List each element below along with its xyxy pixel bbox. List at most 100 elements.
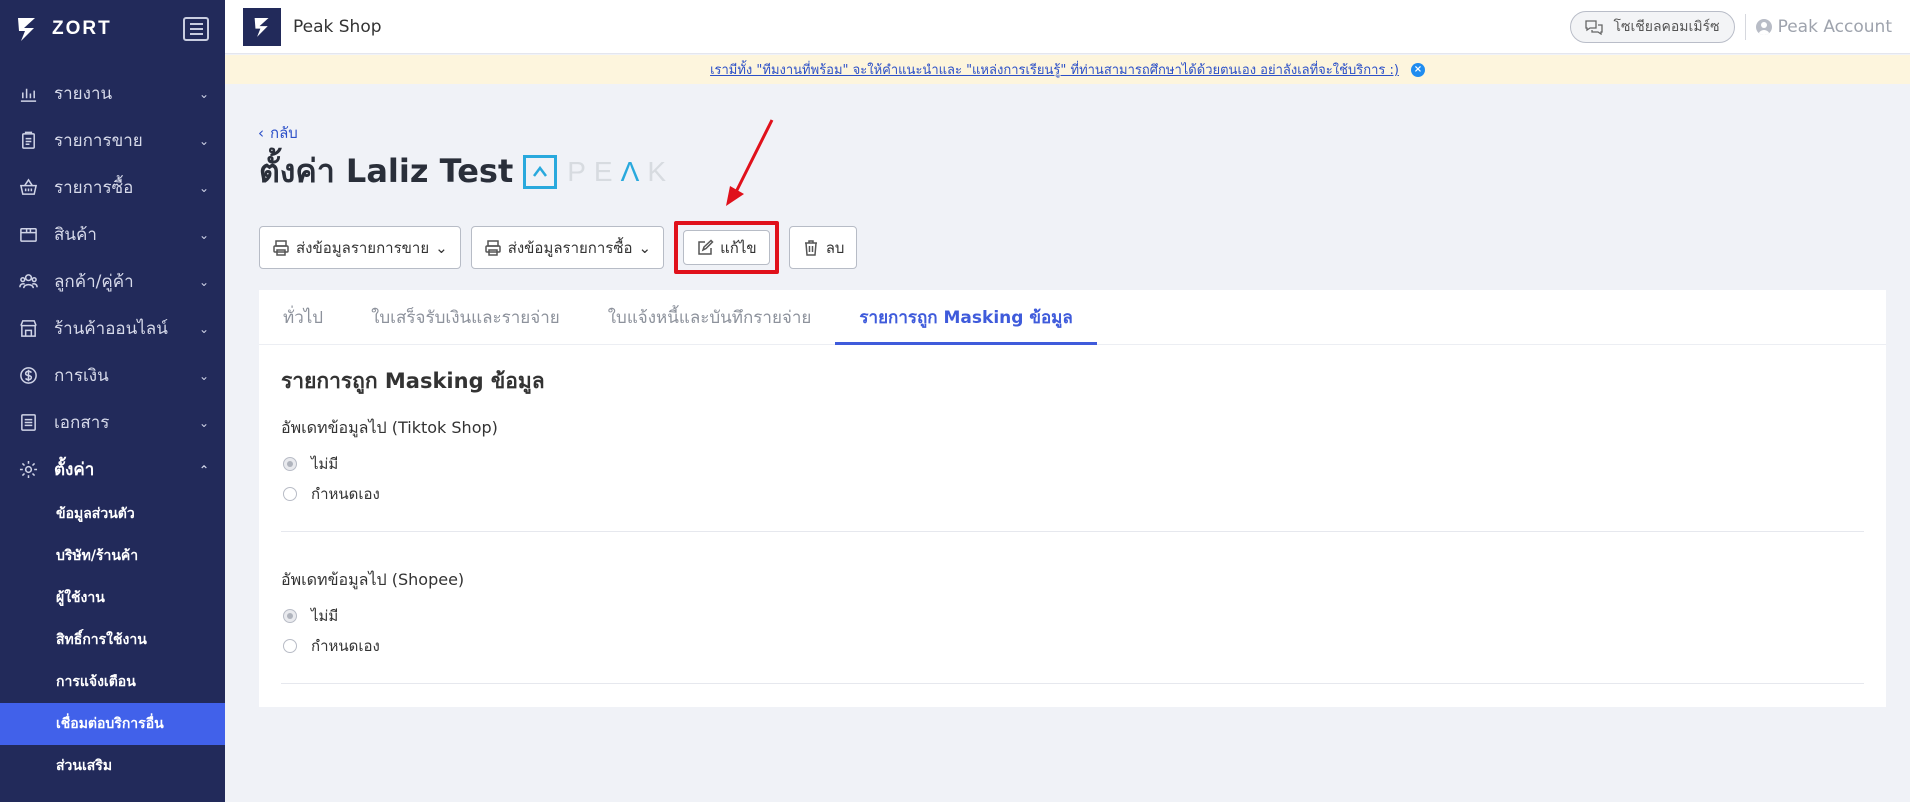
chevron-down-icon: ⌄	[198, 133, 209, 148]
radio-button[interactable]	[283, 609, 297, 623]
sidebar-item-label: เอกสาร	[54, 413, 110, 433]
sidebar-item-label: ร้านค้าออนไลน์	[54, 319, 168, 339]
radio-option-none[interactable]: ไม่มี	[281, 601, 1864, 631]
highlight-box: แก้ไข	[674, 221, 779, 274]
edit-button[interactable]: แก้ไข	[683, 230, 770, 265]
chevron-down-icon: ⌄	[198, 368, 209, 383]
submenu-item-integrations[interactable]: เชื่อมต่อบริการอื่น	[0, 703, 225, 745]
group-label: อัพเดทข้อมูลไป (Tiktok Shop)	[281, 418, 498, 437]
delete-button[interactable]: ลบ	[788, 226, 858, 269]
section-title: รายการถูก Masking ข้อมูล	[281, 369, 545, 393]
send-purchases-button[interactable]: ส่งข้อมูลรายการซื้อ ⌄	[470, 226, 665, 269]
radio-option-custom[interactable]: กำหนดเอง	[281, 479, 1864, 509]
submenu-item-users[interactable]: ผู้ใช้งาน	[0, 577, 225, 619]
tab-bar: ทั่วไป ใบเสร็จรับเงินและรายจ่าย ใบแจ้งหน…	[259, 290, 1886, 345]
peak-logo-text: PEΛK	[567, 155, 674, 187]
sidebar-item-sales[interactable]: รายการขาย ⌄	[0, 117, 225, 164]
chevron-down-icon: ⌄	[198, 86, 209, 101]
gear-icon	[18, 460, 38, 480]
shop-name[interactable]: Peak Shop	[293, 17, 382, 37]
radio-option-custom[interactable]: กำหนดเอง	[281, 631, 1864, 661]
sidebar-nav: รายงาน ⌄ รายการขาย ⌄ รายการซื้อ ⌄ สินค้า…	[0, 70, 225, 787]
account-name: Peak Account	[1777, 16, 1892, 37]
sidebar-item-documents[interactable]: เอกสาร ⌄	[0, 399, 225, 446]
close-icon[interactable]: ×	[1410, 62, 1425, 77]
top-bar: Peak Shop โซเชียลคอมเมิร์ซ Peak Account	[225, 0, 1910, 54]
back-link[interactable]: ‹ กลับ	[258, 121, 298, 145]
settings-card: ทั่วไป ใบเสร็จรับเงินและรายจ่าย ใบแจ้งหน…	[259, 290, 1886, 707]
delete-label: ลบ	[825, 239, 845, 257]
printer-icon	[273, 239, 289, 256]
annotation-arrow-icon	[726, 119, 774, 206]
edit-label: แก้ไข	[720, 239, 757, 257]
sidebar-item-label: รายการซื้อ	[54, 178, 134, 198]
chevron-down-icon: ⌄	[198, 180, 209, 195]
sidebar-item-settings[interactable]: ตั้งค่า ⌃	[0, 446, 225, 493]
radio-label: กำหนดเอง	[311, 637, 380, 655]
sidebar-item-online-store[interactable]: ร้านค้าออนไลน์ ⌄	[0, 305, 225, 352]
sidebar-item-label: การเงิน	[54, 366, 109, 386]
banner-link[interactable]: เรามีทั้ง "ทีมงานที่พร้อม" จะให้คำแนะนำแ…	[710, 59, 1399, 80]
store-icon	[18, 319, 38, 339]
peak-logo: PEΛK	[523, 154, 674, 189]
radio-option-none[interactable]: ไม่มี	[281, 449, 1864, 479]
sidebar: ZORT รายงาน ⌄ รายการขาย ⌄ รายการซื้อ ⌄ ส…	[0, 0, 225, 802]
notice-banner: เรามีทั้ง "ทีมงานที่พร้อม" จะให้คำแนะนำแ…	[225, 55, 1910, 84]
chevron-left-icon: ‹	[258, 124, 264, 142]
printer-icon	[484, 239, 501, 256]
sidebar-item-label: สินค้า	[54, 225, 97, 245]
submenu-item-company[interactable]: บริษัท/ร้านค้า	[0, 535, 225, 577]
submenu-item-permissions[interactable]: สิทธิ์การใช้งาน	[0, 619, 225, 661]
tab-receipts-expenses[interactable]: ใบเสร็จรับเงินและรายจ่าย	[347, 290, 584, 344]
radio-label: กำหนดเอง	[311, 485, 380, 503]
chevron-up-icon: ⌃	[198, 462, 209, 477]
sidebar-item-label: ตั้งค่า	[54, 460, 95, 480]
radio-label: ไม่มี	[311, 455, 339, 473]
action-toolbar: ส่งข้อมูลรายการขาย ⌄ ส่งข้อมูลรายการซื้อ…	[259, 221, 858, 274]
sidebar-item-finance[interactable]: การเงิน ⌄	[0, 352, 225, 399]
radio-button[interactable]	[283, 457, 297, 471]
user-icon	[1755, 18, 1772, 35]
shop-logo-icon[interactable]	[243, 7, 281, 46]
sidebar-item-purchases[interactable]: รายการซื้อ ⌄	[0, 164, 225, 211]
basket-icon	[18, 178, 38, 198]
brand-name: ZORT	[52, 18, 112, 39]
page-title-text: ตั้งค่า Laliz Test	[259, 152, 514, 190]
sidebar-item-customers[interactable]: ลูกค้า/คู่ค้า ⌄	[0, 258, 225, 305]
tab-invoices-expenses[interactable]: ใบแจ้งหนี้และบันทึกรายจ่าย	[584, 290, 836, 344]
group-label: อัพเดทข้อมูลไป (Shopee)	[281, 570, 465, 589]
chevron-down-icon: ⌄	[198, 274, 209, 289]
shopee-group: อัพเดทข้อมูลไป (Shopee) ไม่มี กำหนดเอง	[281, 568, 1864, 702]
zort-logo-icon	[16, 15, 38, 43]
edit-icon	[698, 238, 714, 255]
submenu-item-notifications[interactable]: การแจ้งเตือน	[0, 661, 225, 703]
tab-general[interactable]: ทั่วไป	[283, 290, 347, 344]
sidebar-item-label: รายการขาย	[54, 131, 143, 151]
send-sales-button[interactable]: ส่งข้อมูลรายการขาย ⌄	[259, 226, 461, 269]
sidebar-item-reports[interactable]: รายงาน ⌄	[0, 70, 225, 117]
chat-icon	[1585, 19, 1604, 35]
radio-button[interactable]	[283, 639, 297, 653]
tab-masking[interactable]: รายการถูก Masking ข้อมูล	[835, 290, 1098, 345]
send-purchases-label: ส่งข้อมูลรายการซื้อ	[507, 239, 633, 257]
divider	[1744, 13, 1746, 40]
document-icon	[18, 413, 38, 433]
chevron-down-icon: ⌄	[198, 321, 209, 336]
chevron-down-icon: ⌄	[435, 239, 448, 257]
send-sales-label: ส่งข้อมูลรายการขาย	[296, 239, 430, 257]
chevron-down-icon: ⌄	[198, 227, 209, 242]
page-title: ตั้งค่า Laliz Test PEΛK	[259, 146, 674, 197]
radio-label: ไม่มี	[311, 607, 339, 625]
sidebar-item-label: รายงาน	[54, 84, 113, 104]
account-menu[interactable]: Peak Account	[1755, 16, 1892, 37]
radio-button[interactable]	[283, 487, 297, 501]
clipboard-icon	[18, 131, 38, 151]
tab-content: รายการถูก Masking ข้อมูล อัพเดทข้อมูลไป …	[259, 345, 1886, 722]
social-commerce-button[interactable]: โซเชียลคอมเมิร์ซ	[1570, 10, 1735, 43]
back-label: กลับ	[270, 124, 298, 142]
submenu-item-addons[interactable]: ส่วนเสริม	[0, 745, 225, 787]
menu-toggle-icon[interactable]	[183, 17, 209, 41]
sidebar-item-products[interactable]: สินค้า ⌄	[0, 211, 225, 258]
brand: ZORT	[0, 0, 225, 58]
submenu-item-profile[interactable]: ข้อมูลส่วนตัว	[0, 493, 225, 535]
